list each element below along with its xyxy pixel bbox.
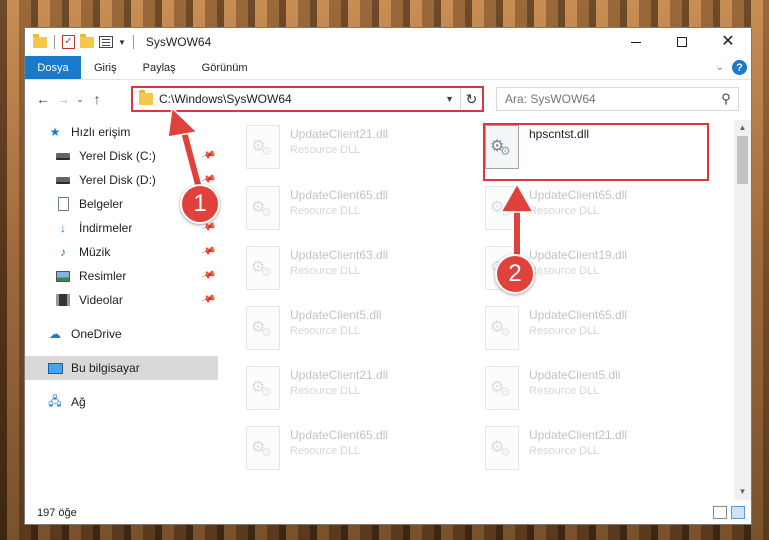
annotation-badge-1: 1 <box>180 184 220 224</box>
annotation-arrow-2 <box>499 182 535 267</box>
annotation-overlay <box>167 106 535 267</box>
annotation-badge-2: 2 <box>495 254 535 294</box>
annotation-arrow-1 <box>167 106 205 197</box>
